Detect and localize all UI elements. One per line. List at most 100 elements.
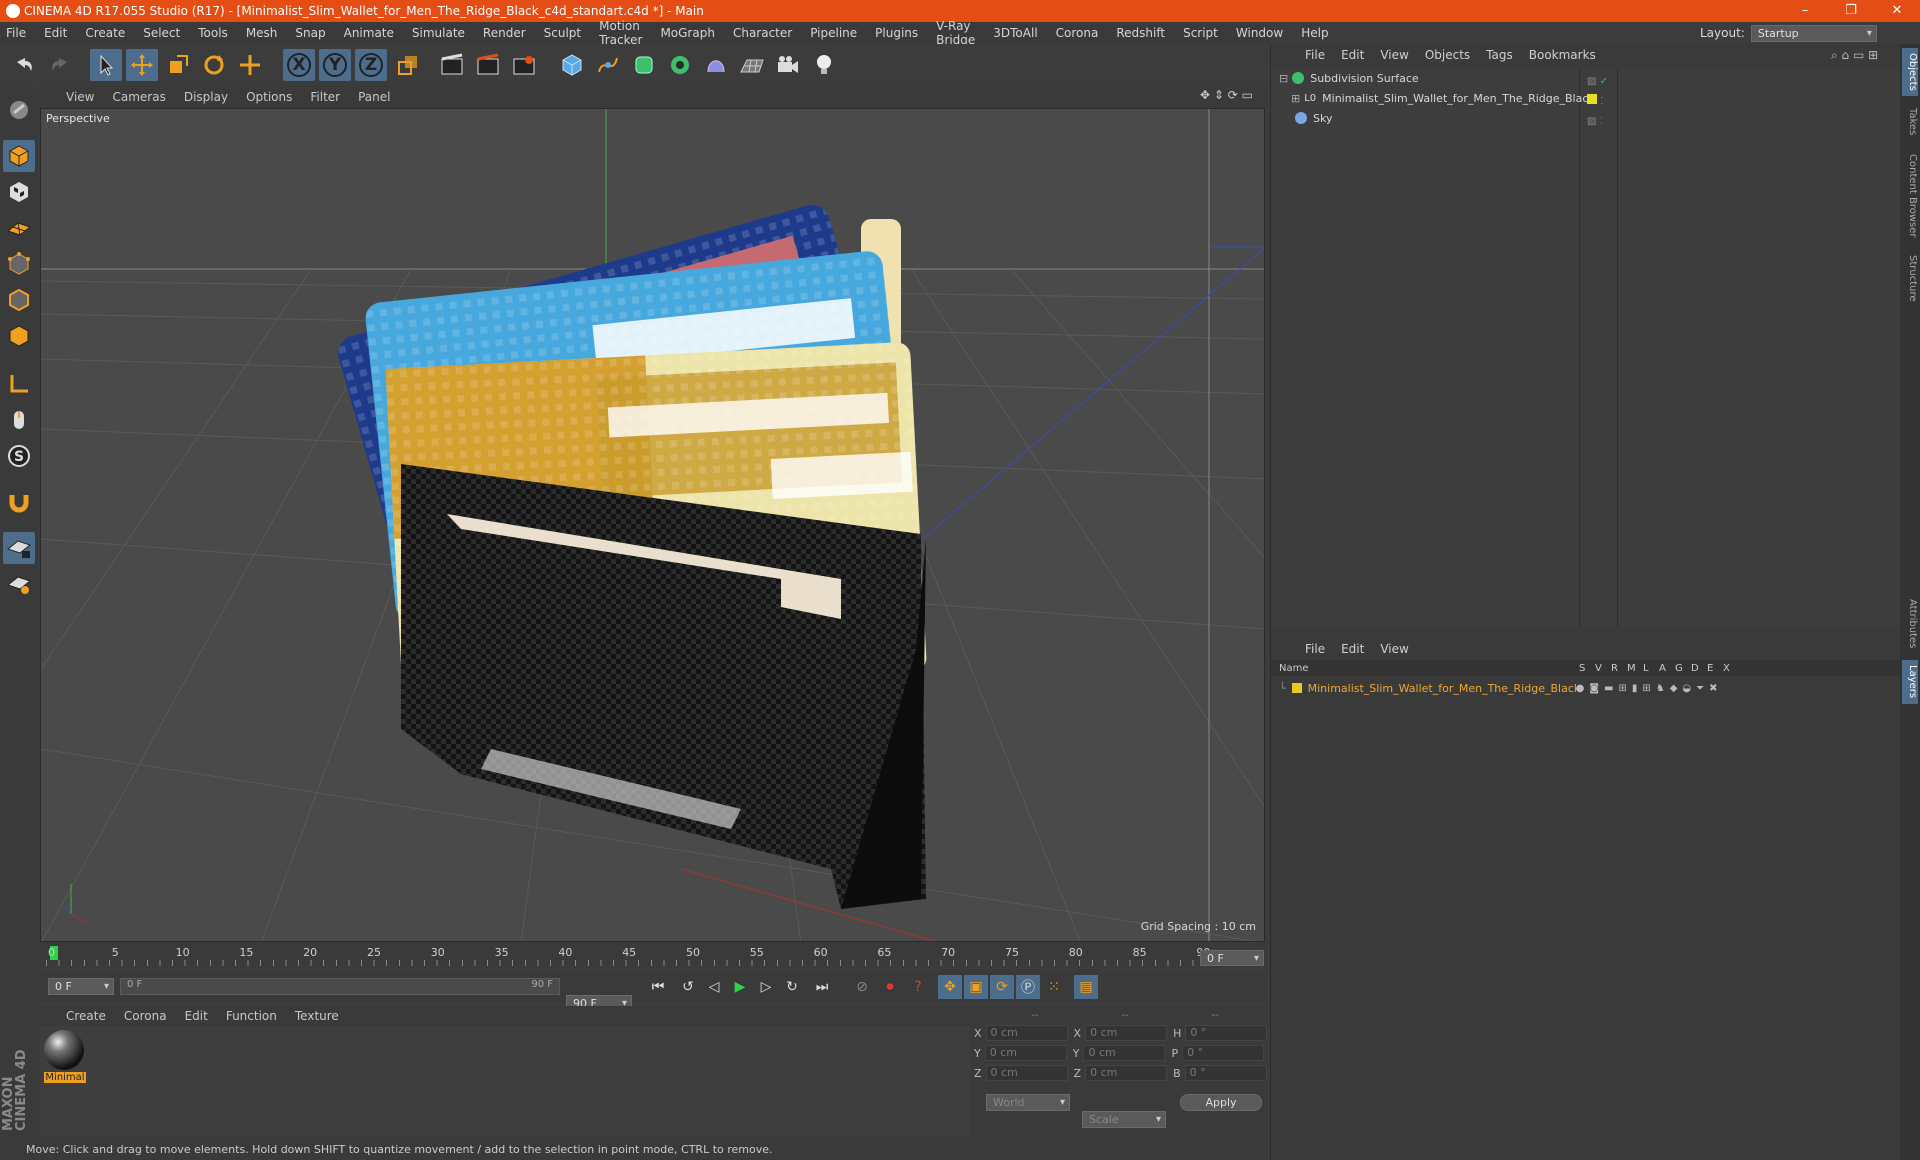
edges-mode-icon[interactable]	[3, 284, 35, 316]
key-rotation-icon[interactable]: ⟳	[990, 975, 1014, 999]
undo-icon[interactable]	[8, 49, 40, 81]
key-parameter-icon[interactable]: Ⓟ	[1016, 975, 1040, 999]
next-key-icon[interactable]: ↻	[780, 975, 804, 999]
lock-workplane-icon[interactable]	[3, 532, 35, 564]
material-menu-create[interactable]: Create	[66, 1009, 106, 1023]
menu-render[interactable]: Render	[483, 26, 526, 40]
render-picture-viewer-icon[interactable]	[472, 49, 504, 81]
tab-attributes[interactable]: Attributes	[1902, 594, 1918, 654]
minimize-button[interactable]: –	[1782, 0, 1828, 22]
points-mode-icon[interactable]	[3, 248, 35, 280]
tab-takes[interactable]: Takes	[1902, 104, 1918, 140]
rotation-field[interactable]: 0 °	[1185, 1025, 1268, 1041]
layer-flag-icons[interactable]: ●◙▬⊞▮⊞♞◆◒⏷✖	[1576, 683, 1723, 694]
autokey-icon[interactable]: ⏺	[878, 975, 902, 999]
next-frame-icon[interactable]: ▷	[754, 975, 778, 999]
menu-corona[interactable]: Corona	[1056, 26, 1099, 40]
menu-mesh[interactable]: Mesh	[246, 26, 278, 40]
light-icon[interactable]	[808, 49, 840, 81]
deformer-icon[interactable]	[700, 49, 732, 81]
menu-sculpt[interactable]: Sculpt	[544, 26, 581, 40]
render-view-icon[interactable]	[436, 49, 468, 81]
material-menu-texture[interactable]: Texture	[295, 1009, 339, 1023]
timeline-ruler[interactable]: 051015202530354045505560657075808590	[40, 942, 1265, 968]
layer-flag-l[interactable]: L	[1643, 663, 1659, 674]
object-tags-column[interactable]: ▨ ✓ ⁚ ▨ ⁚	[1587, 72, 1627, 132]
coordinate-space-dropdown[interactable]: World	[986, 1094, 1070, 1111]
menu-pipeline[interactable]: Pipeline	[810, 26, 857, 40]
material-thumbnail[interactable]: Minimal	[44, 1030, 86, 1086]
menu-motion-tracker[interactable]: Motion Tracker	[599, 19, 642, 47]
coordinate-system-icon[interactable]	[392, 49, 424, 81]
menu-select[interactable]: Select	[143, 26, 180, 40]
model-mode-icon[interactable]	[3, 140, 35, 172]
live-selection-icon[interactable]	[90, 49, 122, 81]
object-menu-bookmarks[interactable]: Bookmarks	[1529, 48, 1596, 62]
perspective-viewport[interactable]: Perspective Grid Spacing: 10 cm	[40, 108, 1265, 942]
object-name[interactable]: Sky	[1313, 112, 1332, 125]
scale-field[interactable]: 0 cm	[1083, 1045, 1166, 1061]
layer-name[interactable]: Minimalist_Slim_Wallet_for_Men_The_Ridge…	[1308, 682, 1581, 695]
z-axis-lock-button[interactable]: Z	[355, 49, 387, 81]
menu-snap[interactable]: Snap	[295, 26, 325, 40]
redo-icon[interactable]	[44, 49, 76, 81]
scale-field[interactable]: 0 cm	[1085, 1065, 1168, 1081]
camera-icon[interactable]	[772, 49, 804, 81]
viewport-menu-cameras[interactable]: Cameras	[112, 90, 165, 104]
expand-icon[interactable]: ⊟	[1279, 72, 1288, 85]
layer-flag-s[interactable]: S	[1579, 663, 1595, 674]
object-name[interactable]: Subdivision Surface	[1310, 72, 1418, 85]
layer-flag-v[interactable]: V	[1595, 663, 1611, 674]
restore-button[interactable]: ❐	[1828, 0, 1874, 22]
menu-edit[interactable]: Edit	[44, 26, 67, 40]
apply-button[interactable]: Apply	[1180, 1094, 1262, 1111]
menu-plugins[interactable]: Plugins	[875, 26, 918, 40]
rotation-field[interactable]: 0 °	[1182, 1045, 1265, 1061]
tab-content-browser[interactable]: Content Browser	[1902, 148, 1918, 244]
object-menu-objects[interactable]: Objects	[1425, 48, 1470, 62]
layer-row[interactable]: └ Minimalist_Slim_Wallet_for_Men_The_Rid…	[1279, 678, 1723, 698]
tab-layers[interactable]: Layers	[1902, 660, 1918, 704]
menu-animate[interactable]: Animate	[344, 26, 394, 40]
expand-icon[interactable]: ⊞	[1291, 92, 1300, 105]
object-manager-nav-icons[interactable]: ⌕ ⌂ ▭ ⊞	[1831, 48, 1878, 63]
planar-workplane-icon[interactable]	[3, 568, 35, 600]
layer-flag-d[interactable]: D	[1691, 663, 1707, 674]
layer-menu-file[interactable]: File	[1305, 642, 1325, 656]
menu-script[interactable]: Script	[1183, 26, 1218, 40]
menu-v-ray-bridge[interactable]: V-Ray Bridge	[936, 19, 975, 47]
scale-field[interactable]: 0 cm	[1085, 1025, 1168, 1041]
menu-help[interactable]: Help	[1301, 26, 1328, 40]
layer-flag-x[interactable]: X	[1723, 663, 1739, 674]
object-menu-edit[interactable]: Edit	[1341, 48, 1364, 62]
position-field[interactable]: 0 cm	[985, 1065, 1068, 1081]
cube-primitive-icon[interactable]	[556, 49, 588, 81]
layer-flag-e[interactable]: E	[1707, 663, 1723, 674]
layer-color-swatch[interactable]	[1291, 683, 1302, 693]
viewport-menu-panel[interactable]: Panel	[358, 90, 390, 104]
spline-pen-icon[interactable]	[592, 49, 624, 81]
rotation-field[interactable]: 0 °	[1184, 1065, 1267, 1081]
go-to-end-icon[interactable]: ⏭	[810, 975, 834, 999]
material-menu-edit[interactable]: Edit	[185, 1009, 208, 1023]
current-frame-field[interactable]: 0 F	[1200, 950, 1264, 966]
object-row-wallet[interactable]: ⊞ L0 Minimalist_Slim_Wallet_for_Men_The_…	[1291, 88, 1595, 108]
x-axis-lock-button[interactable]: X	[283, 49, 315, 81]
object-menu-view[interactable]: View	[1380, 48, 1408, 62]
layer-flag-g[interactable]: G	[1675, 663, 1691, 674]
tab-structure[interactable]: Structure	[1902, 250, 1918, 306]
texture-mode-icon[interactable]	[3, 176, 35, 208]
menu-mograph[interactable]: MoGraph	[660, 26, 715, 40]
position-field[interactable]: 0 cm	[985, 1025, 1068, 1041]
polygons-mode-icon[interactable]	[3, 320, 35, 352]
axis-mode-icon[interactable]	[3, 368, 35, 400]
rotate-tool-icon[interactable]	[198, 49, 230, 81]
position-field[interactable]: 0 cm	[984, 1045, 1067, 1061]
viewport-menu-filter[interactable]: Filter	[310, 90, 340, 104]
object-row-sky[interactable]: Sky	[1279, 108, 1332, 128]
record-keys-icon[interactable]: ⊘	[850, 975, 874, 999]
menu-simulate[interactable]: Simulate	[412, 26, 465, 40]
floor-environment-icon[interactable]	[736, 49, 768, 81]
preview-range-slider[interactable]: 0 F 90 F	[120, 978, 560, 995]
menu-create[interactable]: Create	[85, 26, 125, 40]
